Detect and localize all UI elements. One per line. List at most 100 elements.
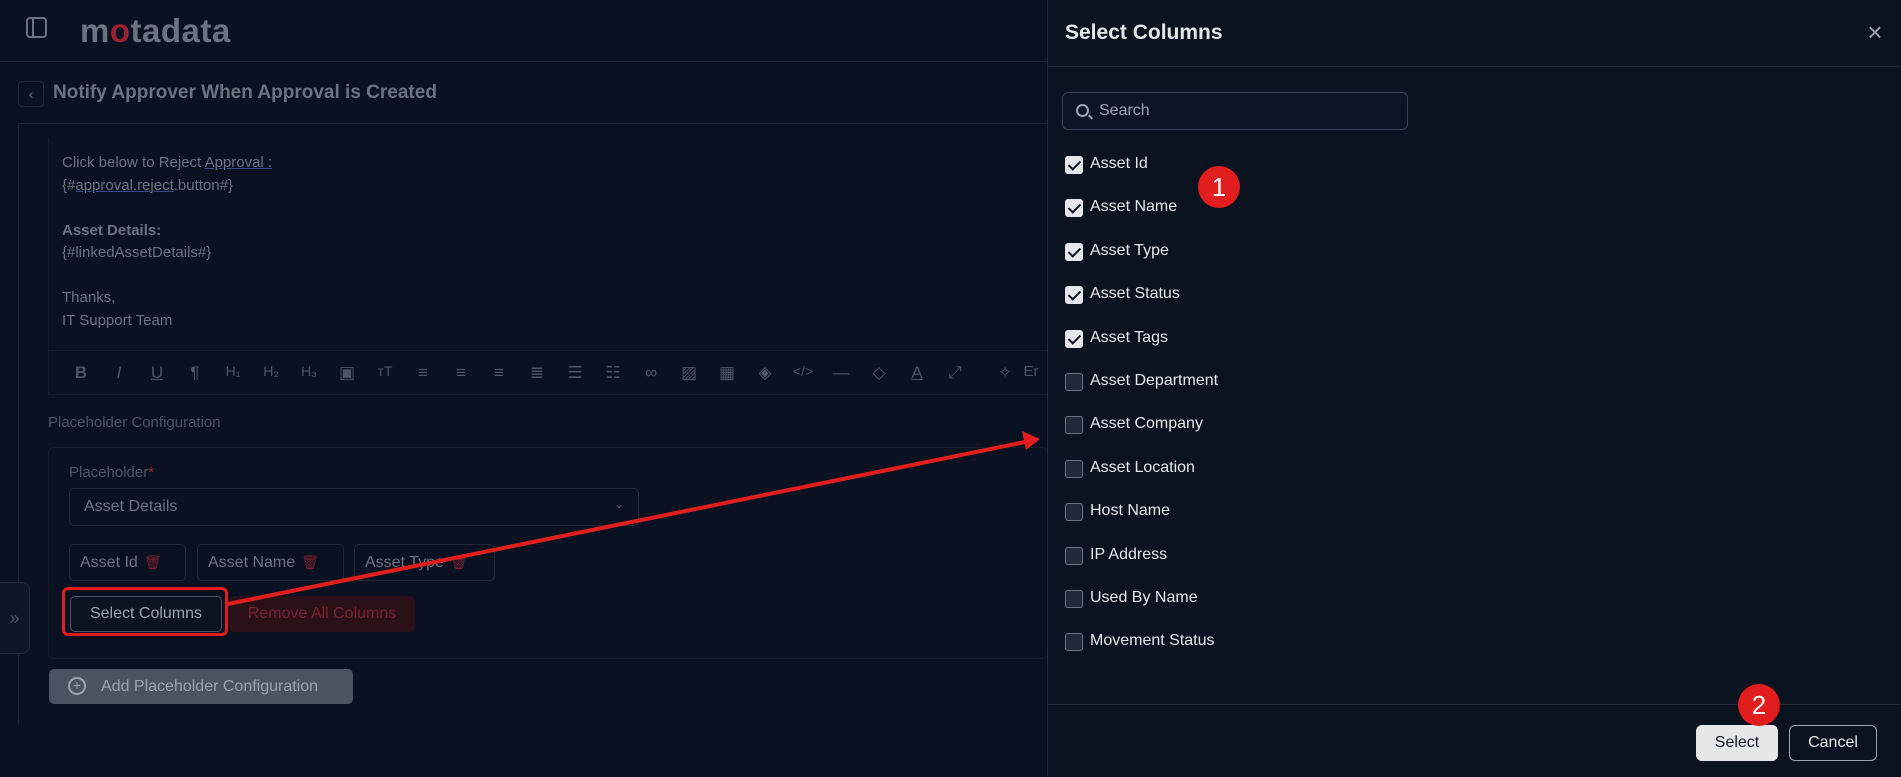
trash-icon[interactable]: 🗑 xyxy=(301,554,319,570)
placeholder-select-value: Asset Details xyxy=(84,498,178,515)
checkbox[interactable] xyxy=(1065,199,1083,218)
drawer-header: Select Columns × xyxy=(1048,0,1901,67)
close-icon[interactable]: × xyxy=(1862,19,1888,46)
toolbar-overflow-label[interactable]: Er xyxy=(1019,363,1043,380)
add-placeholder-config-label: Add Placeholder Configuration xyxy=(101,678,319,695)
align-center-icon[interactable]: ≡ xyxy=(449,363,473,383)
expand-panel-button[interactable]: » xyxy=(0,582,30,654)
bullet-list-icon[interactable]: ☰ xyxy=(563,363,587,383)
column-option-label: Asset Id xyxy=(1090,155,1148,172)
align-justify-icon[interactable]: ≣ xyxy=(525,363,549,383)
select-columns-drawer: Select Columns × Asset IdAsset NameAsset… xyxy=(1047,0,1901,777)
cancel-button[interactable]: Cancel xyxy=(1789,725,1877,761)
checkbox[interactable] xyxy=(1065,286,1083,305)
page-title-bar: ‹ Notify Approver When Approval is Creat… xyxy=(18,72,1048,124)
font-size-icon[interactable]: тT xyxy=(373,363,397,379)
bold-icon[interactable]: B xyxy=(69,363,93,383)
align-right-icon[interactable]: ≡ xyxy=(487,363,511,383)
checkbox[interactable] xyxy=(1065,546,1083,565)
step-1-badge: 1 xyxy=(1198,166,1240,208)
checkbox[interactable] xyxy=(1065,416,1083,435)
image-icon[interactable]: ▨ xyxy=(677,363,701,383)
placeholder-field-label: Placeholder* xyxy=(69,464,155,481)
heading2-icon[interactable]: H₂ xyxy=(259,363,283,379)
column-option-label: Used By Name xyxy=(1090,589,1198,606)
trash-icon[interactable]: 🗑 xyxy=(450,554,468,570)
column-option[interactable]: IP Address xyxy=(1065,543,1465,567)
italic-icon[interactable]: I xyxy=(107,363,131,383)
checkbox[interactable] xyxy=(1065,242,1083,261)
checkbox[interactable] xyxy=(1065,329,1083,348)
column-option-label: Asset Company xyxy=(1090,415,1203,433)
chevron-left-icon: ‹ xyxy=(28,86,34,102)
add-placeholder-config-button[interactable]: + Add Placeholder Configuration xyxy=(49,669,353,704)
column-option-label: Asset Tags xyxy=(1090,328,1168,346)
column-option-label: IP Address xyxy=(1090,545,1168,563)
remove-all-columns-button[interactable]: Remove All Columns xyxy=(229,596,415,632)
paragraph-icon[interactable]: ¶ xyxy=(183,363,207,383)
column-option[interactable]: Asset Id xyxy=(1065,152,1465,176)
column-option[interactable]: Asset Type xyxy=(1065,239,1465,263)
column-option[interactable]: Host Name xyxy=(1065,499,1465,523)
metadata-logo: motadata xyxy=(80,12,231,49)
heading1-icon[interactable]: H₁ xyxy=(221,363,245,379)
checkbox[interactable] xyxy=(1065,156,1083,174)
column-option[interactable]: Movement Status xyxy=(1065,629,1465,653)
horizontal-rule-icon[interactable]: — xyxy=(829,363,853,383)
fill-color-icon[interactable]: ◈ xyxy=(753,363,777,383)
column-option-label: Movement Status xyxy=(1090,632,1215,650)
checkbox[interactable] xyxy=(1065,459,1083,478)
column-option[interactable]: Asset Company xyxy=(1065,412,1465,436)
chevron-down-icon: ⌄ xyxy=(613,497,624,511)
text-color-icon[interactable]: A xyxy=(905,363,929,383)
column-chip: Asset Id 🗑 xyxy=(69,544,186,581)
editor-content[interactable]: Click below to Reject Approval : {#appro… xyxy=(62,152,272,332)
sidebar-toggle-icon[interactable] xyxy=(26,17,47,38)
search-box xyxy=(1062,92,1408,130)
page-title: Notify Approver When Approval is Created xyxy=(53,82,437,103)
heading3-icon[interactable]: H₃ xyxy=(297,363,321,379)
placeholder-select[interactable]: Asset Details ⌄ xyxy=(69,488,639,526)
column-option[interactable]: Asset Tags xyxy=(1065,326,1465,350)
column-option[interactable]: Used By Name xyxy=(1065,586,1465,610)
align-left-icon[interactable]: ≡ xyxy=(411,363,435,383)
email-body-editor[interactable]: Click below to Reject Approval : {#appro… xyxy=(48,138,1049,395)
underline-icon[interactable]: U xyxy=(145,363,169,383)
column-checkbox-list: Asset Id Asset Name Asset Type Asset Status… xyxy=(1065,152,1465,679)
annotation-highlight-box xyxy=(62,587,228,636)
column-option[interactable]: Asset Status xyxy=(1065,282,1465,306)
checkbox[interactable] xyxy=(1065,590,1083,608)
column-option[interactable]: Asset Name xyxy=(1065,195,1465,219)
checkbox[interactable] xyxy=(1065,373,1083,391)
column-option-label: Asset Location xyxy=(1090,458,1195,476)
back-button[interactable]: ‹ xyxy=(18,81,44,107)
checkbox[interactable] xyxy=(1065,633,1083,652)
highlight-icon[interactable]: ◇ xyxy=(867,363,891,383)
column-option-label: Asset Department xyxy=(1090,372,1219,389)
column-option-label: Asset Type xyxy=(1090,241,1169,259)
fullscreen-icon[interactable]: ⤢ xyxy=(943,363,967,383)
numbered-list-icon[interactable]: ☷ xyxy=(601,363,625,383)
column-chip: Asset Name 🗑 xyxy=(197,544,344,581)
column-option[interactable]: Asset Department xyxy=(1065,369,1465,393)
column-chip: Asset Type 🗑 xyxy=(354,544,495,581)
drawer-title: Select Columns xyxy=(1065,21,1223,44)
text-box-icon[interactable]: ▣ xyxy=(335,363,359,383)
column-option[interactable]: Asset Location xyxy=(1065,456,1465,480)
search-icon xyxy=(1076,104,1089,117)
editor-toolbar: B I U ¶ H₁ H₂ H₃ ▣ тT ≡ ≡ ≡ ≣ ☰ ☷ ∞ ▨ ▦ … xyxy=(49,350,1049,395)
link-icon[interactable]: ∞ xyxy=(639,363,663,383)
ai-wand-icon[interactable]: ✧ xyxy=(993,363,1017,383)
column-option-label: Asset Status xyxy=(1090,285,1180,303)
double-chevron-right-icon: » xyxy=(9,608,20,628)
select-button[interactable]: Select xyxy=(1696,725,1778,761)
trash-icon[interactable]: 🗑 xyxy=(144,554,162,570)
search-input[interactable] xyxy=(1099,99,1399,123)
placeholder-config-heading: Placeholder Configuration xyxy=(48,414,221,431)
column-option-label: Host Name xyxy=(1090,502,1171,520)
table-icon[interactable]: ▦ xyxy=(715,363,739,383)
column-option-label: Asset Name xyxy=(1090,198,1178,216)
plus-circle-icon: + xyxy=(68,677,86,695)
checkbox[interactable] xyxy=(1065,503,1083,522)
code-icon[interactable]: </> xyxy=(791,363,815,379)
